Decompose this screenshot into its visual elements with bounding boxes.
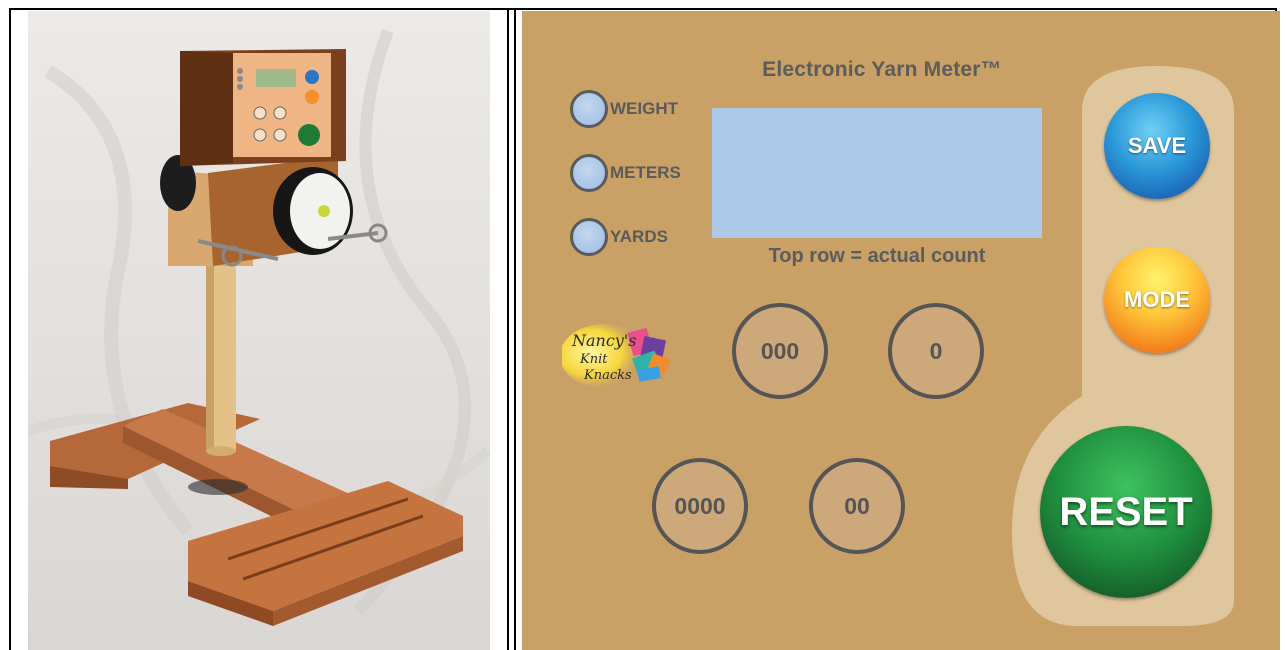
lcd-display xyxy=(712,108,1042,238)
meters-indicator-led xyxy=(570,154,608,192)
mode-button[interactable]: MODE xyxy=(1104,247,1210,353)
product-photo xyxy=(28,11,490,650)
mode-meters: METERS xyxy=(570,153,681,193)
weight-indicator-led xyxy=(570,90,608,128)
weight-label: WEIGHT xyxy=(610,99,678,118)
nancys-knit-knacks-logo: Nancy's Knit Knacks xyxy=(562,324,671,388)
digit-button-0[interactable]: 0 xyxy=(888,303,984,399)
save-button[interactable]: SAVE xyxy=(1104,93,1210,199)
logo-line-1: Nancy's xyxy=(571,331,636,350)
meters-label: METERS xyxy=(610,163,681,182)
yarn-meter-control-panel: Electronic Yarn Meter™ WEIGHT METERS YAR… xyxy=(522,11,1280,650)
digit-button-000[interactable]: 000 xyxy=(732,303,828,399)
yarn-meter-photo-illustration xyxy=(28,28,490,626)
frame-divider-inner xyxy=(514,8,516,650)
logo-line-2: Knit xyxy=(579,352,608,367)
lcd-caption: Top row = actual count xyxy=(768,245,986,267)
digit-button-00[interactable]: 00 xyxy=(809,458,905,554)
mode-yards: YARDS xyxy=(570,217,668,257)
mode-weight: WEIGHT xyxy=(570,89,678,129)
panel-title: Electronic Yarn Meter™ xyxy=(762,58,1002,81)
reset-button[interactable]: RESET xyxy=(1040,426,1212,598)
frame-divider xyxy=(507,8,509,650)
yards-label: YARDS xyxy=(610,227,668,246)
yards-indicator-led xyxy=(570,218,608,256)
logo-line-3: Knacks xyxy=(583,368,632,383)
digit-button-0000[interactable]: 0000 xyxy=(652,458,748,554)
